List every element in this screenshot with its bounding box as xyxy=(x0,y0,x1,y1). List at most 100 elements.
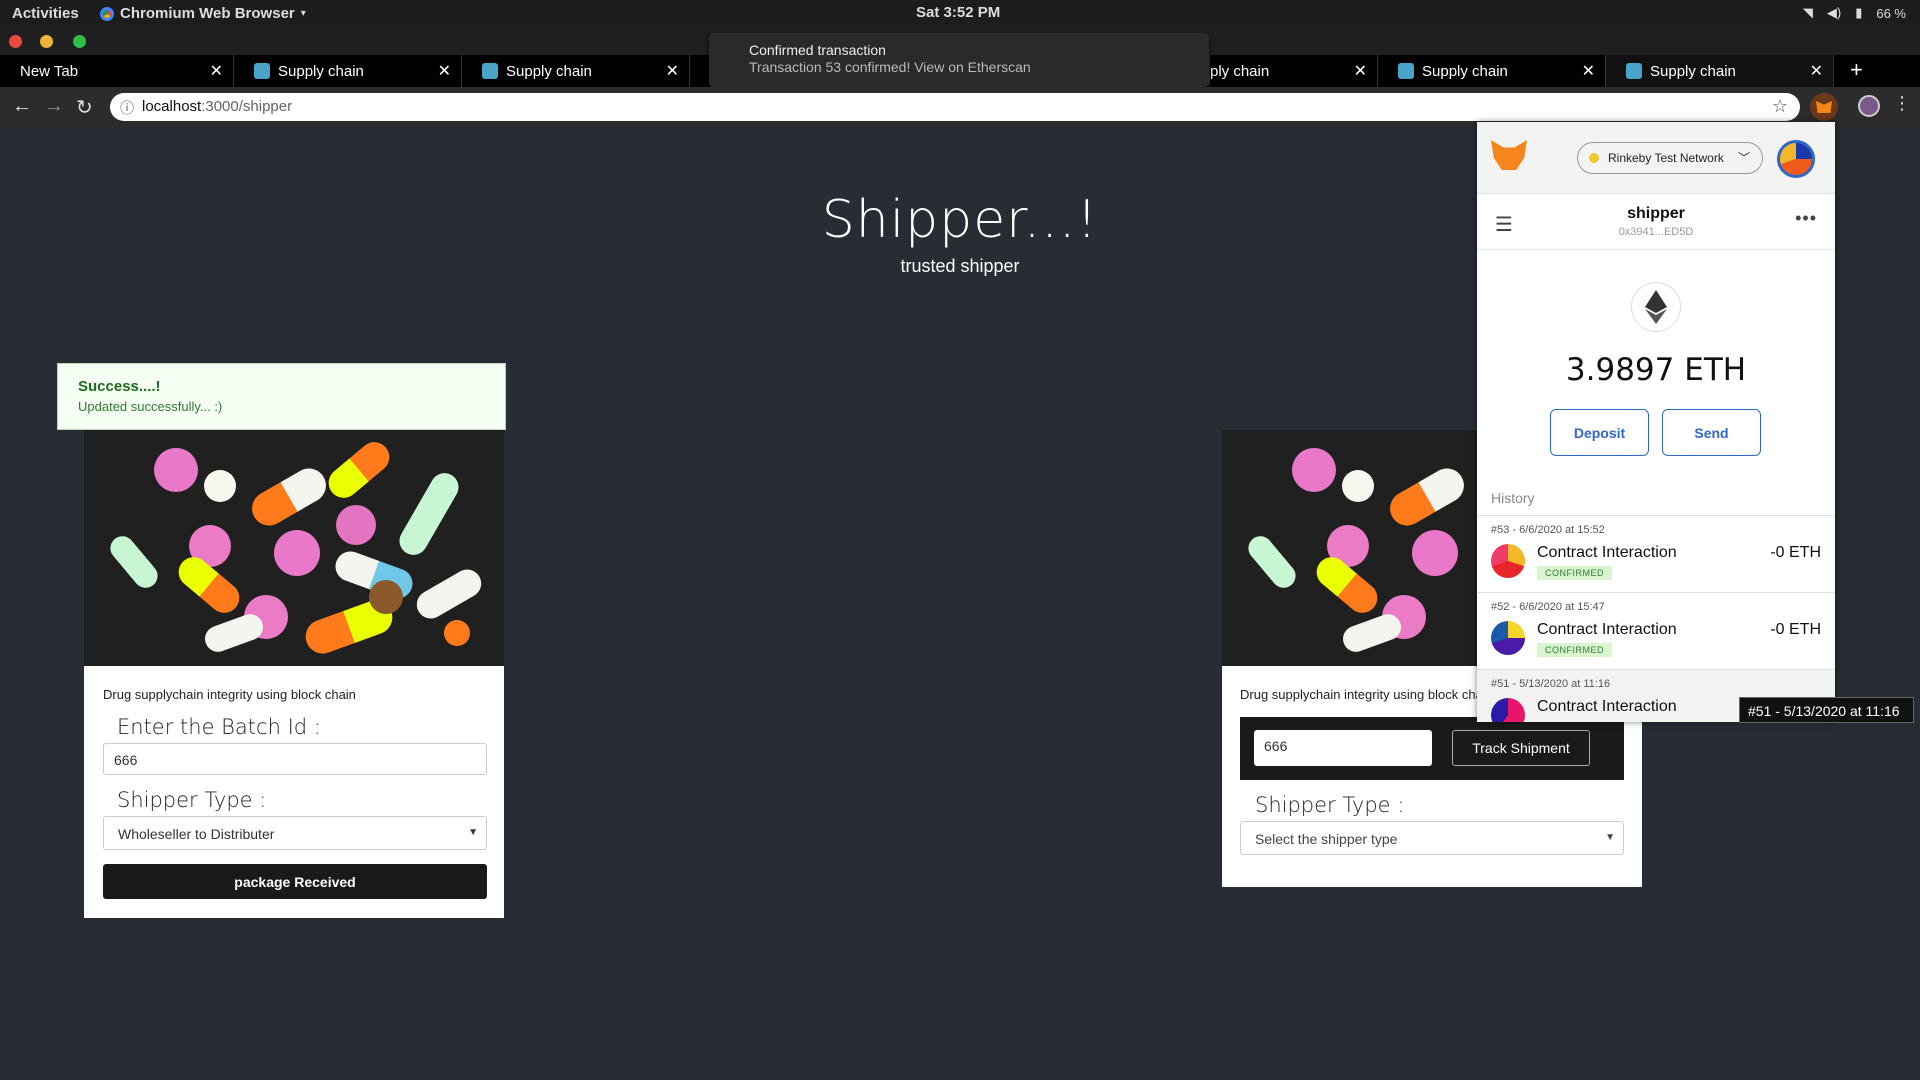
metamask-fox-icon[interactable] xyxy=(1491,140,1527,170)
app-menu-label: Chromium Web Browser xyxy=(120,5,295,22)
alert-title: Success....! xyxy=(78,378,161,395)
metamask-extension-icon[interactable] xyxy=(1810,93,1838,121)
battery-percent: 66 % xyxy=(1876,5,1906,21)
tab-new-tab[interactable]: New Tab ✕ xyxy=(0,55,234,87)
app-menu[interactable]: Chromium Web Browser ▾ xyxy=(100,5,306,22)
track-batch-input[interactable]: 666 xyxy=(1254,730,1432,766)
batch-id-input[interactable]: 666 xyxy=(103,743,487,775)
menu-hamburger-icon[interactable]: ☰ xyxy=(1495,212,1513,237)
card-caption: Drug supplychain integrity using block c… xyxy=(103,687,356,702)
tab-supply-chain[interactable]: Supply chain ✕ xyxy=(462,55,690,87)
close-icon[interactable]: ✕ xyxy=(1354,61,1367,81)
account-name[interactable]: shipper xyxy=(1477,205,1835,223)
wifi-icon: ◥ xyxy=(1802,5,1813,20)
history-amount: -0 ETH xyxy=(1770,544,1821,561)
profile-avatar[interactable] xyxy=(1858,95,1880,117)
send-button[interactable]: Send xyxy=(1662,409,1761,456)
track-form: 666 Track Shipment xyxy=(1240,717,1624,780)
history-item[interactable]: #53 - 6/6/2020 at 15:52 Contract Interac… xyxy=(1477,516,1835,593)
notification-toast[interactable]: Confirmed transaction Transaction 53 con… xyxy=(709,33,1209,87)
browser-toolbar: ← → ↻ ⓘ localhost:3000/shipper ☆ ⋮ xyxy=(0,87,1920,127)
chromium-icon xyxy=(100,6,114,21)
close-icon[interactable]: ✕ xyxy=(210,61,223,81)
toast-title: Confirmed transaction xyxy=(749,42,886,58)
account-avatar[interactable] xyxy=(1777,140,1815,178)
more-options-icon[interactable]: ••• xyxy=(1795,208,1817,229)
history-date: #51 - 5/13/2020 at 11:16 xyxy=(1491,678,1611,690)
chevron-down-icon: ▼ xyxy=(1605,832,1615,843)
account-bar: ☰ shipper 0x3941...ED5D ••• xyxy=(1477,194,1835,250)
tab-supply-chain[interactable]: ply chain ✕ xyxy=(1210,55,1378,87)
history-amount: -0 ETH xyxy=(1770,621,1821,638)
status-badge: CONFIRMED xyxy=(1537,643,1612,657)
history-date: #53 - 6/6/2020 at 15:52 xyxy=(1491,524,1605,536)
maximize-window-button[interactable] xyxy=(73,35,86,48)
history-heading: History xyxy=(1491,490,1535,506)
minimize-window-button[interactable] xyxy=(40,35,53,48)
back-arrow-icon[interactable]: ← xyxy=(12,95,32,118)
deposit-button[interactable]: Deposit xyxy=(1550,409,1649,456)
history-type: Contract Interaction xyxy=(1537,698,1677,715)
history-date: #52 - 6/6/2020 at 15:47 xyxy=(1491,601,1605,613)
eth-balance: 3.9897 ETH xyxy=(1565,352,1747,388)
tab-label: Supply chain xyxy=(1422,62,1508,80)
success-alert: Success....! Updated successfully... :) xyxy=(57,363,506,430)
ethereum-logo-icon xyxy=(1631,282,1681,332)
tab-label: New Tab xyxy=(20,62,79,80)
info-icon[interactable]: ⓘ xyxy=(120,98,134,118)
tx-avatar xyxy=(1491,698,1525,722)
system-top-bar: Activities Chromium Web Browser ▾ Sat 3:… xyxy=(0,0,1920,27)
tab-label: Supply chain xyxy=(278,62,364,80)
history-item[interactable]: #52 - 6/6/2020 at 15:47 Contract Interac… xyxy=(1477,593,1835,670)
address-bar[interactable]: ⓘ localhost:3000/shipper ☆ xyxy=(110,93,1800,121)
tooltip: #51 - 5/13/2020 at 11:16 xyxy=(1739,697,1914,723)
tab-supply-chain-active[interactable]: Supply chain ✕ xyxy=(1606,55,1834,87)
tab-label: Supply chain xyxy=(506,62,592,80)
volume-icon: ◀) xyxy=(1826,5,1842,20)
close-window-button[interactable] xyxy=(9,35,22,48)
url-path: :3000/shipper xyxy=(201,98,293,115)
shipper-type-value: Wholeseller to Distributer xyxy=(118,826,275,842)
close-icon[interactable]: ✕ xyxy=(1810,61,1823,81)
shipper-type-select[interactable]: Wholeseller to Distributer ▼ xyxy=(103,816,487,850)
bookmark-star-icon[interactable]: ☆ xyxy=(1772,96,1788,117)
shipper-type-select[interactable]: Select the shipper type ▼ xyxy=(1240,821,1624,855)
activities-button[interactable]: Activities xyxy=(12,5,79,22)
chevron-down-icon: ▼ xyxy=(468,827,478,838)
alert-message: Updated successfully... :) xyxy=(78,399,223,414)
battery-icon: ▮ xyxy=(1855,5,1863,20)
forward-arrow-icon[interactable]: → xyxy=(44,95,64,118)
clock[interactable]: Sat 3:52 PM xyxy=(916,4,1000,21)
metamask-popup: Rinkeby Test Network ﹀ ☰ shipper 0x3941.… xyxy=(1477,122,1835,722)
tx-avatar xyxy=(1491,621,1525,655)
new-tab-plus-icon[interactable]: + xyxy=(1850,57,1863,83)
history-type: Contract Interaction xyxy=(1537,621,1677,638)
status-badge: CONFIRMED xyxy=(1537,566,1612,580)
react-favicon-icon xyxy=(254,63,270,79)
track-shipment-button[interactable]: Track Shipment xyxy=(1452,730,1590,766)
chevron-down-icon: ▾ xyxy=(300,8,306,19)
reload-icon[interactable]: ↻ xyxy=(76,95,93,120)
system-tray[interactable]: ◥ ◀) ▮ 66 % xyxy=(1803,5,1906,21)
chevron-down-icon: ﹀ xyxy=(1737,151,1750,165)
tab-supply-chain[interactable]: Supply chain ✕ xyxy=(234,55,462,87)
pills-image xyxy=(84,430,504,666)
react-favicon-icon xyxy=(482,63,498,79)
shipper-type-label: Shipper Type : xyxy=(117,788,267,812)
close-icon[interactable]: ✕ xyxy=(1582,61,1595,81)
tab-supply-chain[interactable]: Supply chain ✕ xyxy=(1378,55,1606,87)
account-address[interactable]: 0x3941...ED5D xyxy=(1477,226,1835,238)
card-caption: Drug supplychain integrity using block c… xyxy=(1240,687,1493,702)
network-selector[interactable]: Rinkeby Test Network ﹀ xyxy=(1577,142,1763,174)
tab-label: Supply chain xyxy=(1650,62,1736,80)
react-favicon-icon xyxy=(1398,63,1414,79)
close-icon[interactable]: ✕ xyxy=(666,61,679,81)
network-status-dot xyxy=(1589,153,1599,163)
package-received-button[interactable]: package Received xyxy=(103,864,487,899)
toast-message: Transaction 53 confirmed! View on Ethers… xyxy=(749,59,1031,75)
tx-avatar xyxy=(1491,544,1525,578)
metamask-header: Rinkeby Test Network ﹀ xyxy=(1477,122,1835,194)
batch-id-label: Enter the Batch Id : xyxy=(117,715,321,739)
close-icon[interactable]: ✕ xyxy=(438,61,451,81)
more-vertical-icon[interactable]: ⋮ xyxy=(1893,93,1911,114)
